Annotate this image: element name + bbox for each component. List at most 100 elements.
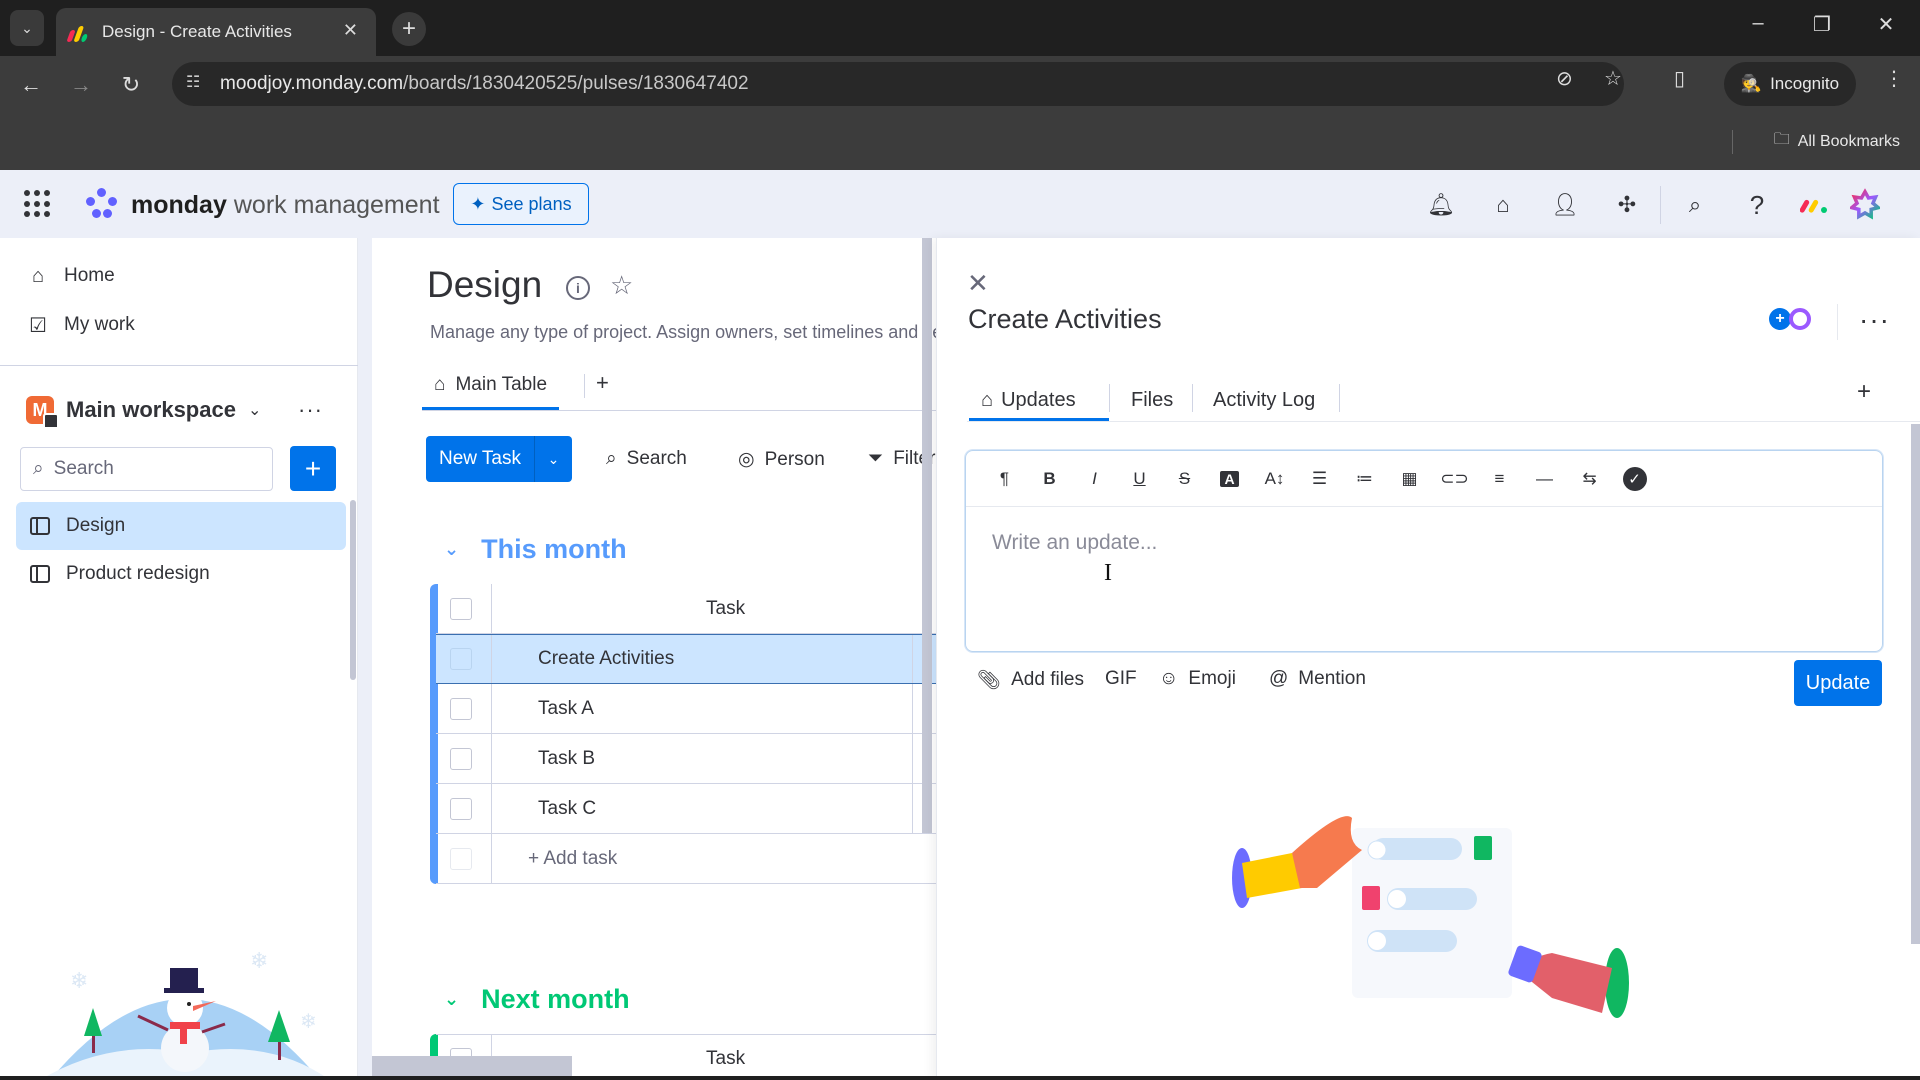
bold-icon[interactable]: B bbox=[1027, 464, 1072, 494]
numbered-list-icon[interactable]: ☰ bbox=[1297, 464, 1342, 494]
group-header-this-month[interactable]: ⌄ This month bbox=[444, 534, 627, 565]
text-color-icon[interactable]: A bbox=[1207, 464, 1252, 494]
gif-button[interactable]: GIF bbox=[1105, 668, 1137, 690]
monday-logo[interactable]: monday work management bbox=[76, 188, 440, 222]
board-title[interactable]: Design bbox=[427, 264, 542, 306]
favorite-star-icon[interactable]: ☆ bbox=[610, 270, 633, 301]
account-avatar[interactable] bbox=[1850, 188, 1880, 220]
link-icon[interactable]: ⊂⊃ bbox=[1432, 464, 1477, 494]
add-item-button[interactable]: + bbox=[290, 446, 336, 491]
see-plans-button[interactable]: ✦ See plans bbox=[453, 183, 589, 225]
apps-marketplace-icon[interactable]: ✣ bbox=[1612, 190, 1642, 220]
bullet-list-icon[interactable]: ≔ bbox=[1342, 464, 1387, 494]
add-task-input[interactable]: + Add task bbox=[528, 848, 617, 870]
bell-icon[interactable]: 🔔︎ bbox=[1426, 190, 1456, 220]
workspace-selector[interactable]: M Main workspace ⌄ ··· bbox=[26, 390, 346, 430]
sidebar-item-home[interactable]: ⌂ Home bbox=[26, 264, 115, 288]
tab-search-button[interactable]: ⌄ bbox=[10, 10, 44, 46]
invite-member-icon[interactable]: 👤︎ bbox=[1550, 190, 1580, 220]
add-view-button[interactable]: + bbox=[596, 370, 609, 396]
row-checkbox[interactable] bbox=[450, 697, 472, 720]
task-name[interactable]: Create Activities bbox=[538, 648, 674, 670]
incognito-badge[interactable]: 🕵 Incognito bbox=[1724, 62, 1856, 106]
forward-icon[interactable]: → bbox=[64, 68, 98, 102]
align-icon[interactable]: ≡ bbox=[1477, 464, 1522, 494]
table-icon[interactable]: ▦ bbox=[1387, 464, 1432, 494]
new-tab-button[interactable]: + bbox=[392, 12, 426, 46]
tab-main-table[interactable]: ⌂ Main Table bbox=[422, 362, 560, 410]
row-checkbox[interactable] bbox=[450, 648, 472, 670]
row-checkbox[interactable] bbox=[450, 747, 472, 770]
paragraph-icon[interactable]: ¶ bbox=[982, 464, 1027, 494]
person-filter-button[interactable]: ◎ Person bbox=[738, 448, 825, 471]
more-options-icon[interactable]: ··· bbox=[1859, 304, 1890, 336]
more-options-icon[interactable]: ··· bbox=[298, 397, 323, 423]
text-direction-icon[interactable]: ⇆ bbox=[1567, 464, 1612, 494]
panel-scrollbar[interactable] bbox=[1911, 424, 1920, 944]
update-button[interactable]: Update bbox=[1794, 660, 1882, 706]
sidebar-scrollbar[interactable] bbox=[350, 500, 356, 680]
inbox-icon[interactable]: ⌂ bbox=[1488, 190, 1518, 220]
side-panel-icon[interactable]: ▯ bbox=[1674, 66, 1685, 91]
info-icon[interactable]: i bbox=[566, 276, 590, 300]
sidebar-search-input[interactable]: ⌕ Search bbox=[20, 447, 273, 491]
tab-activity-log[interactable]: Activity Log bbox=[1213, 378, 1315, 422]
search-icon[interactable]: ⌕ bbox=[1680, 190, 1710, 220]
mention-button[interactable]: @ Mention bbox=[1269, 668, 1366, 690]
monday-product-icon[interactable] bbox=[1800, 190, 1830, 220]
tab-files[interactable]: Files bbox=[1131, 378, 1173, 422]
back-icon[interactable]: ← bbox=[14, 68, 48, 102]
column-header-task[interactable]: Task bbox=[706, 598, 745, 620]
chevron-down-icon[interactable]: ⌄ bbox=[444, 539, 459, 560]
select-all-checkbox[interactable] bbox=[450, 597, 472, 620]
table-row[interactable]: Task C bbox=[436, 784, 936, 834]
chevron-down-icon[interactable]: ⌄ bbox=[534, 436, 572, 482]
italic-icon[interactable]: I bbox=[1072, 464, 1117, 494]
tab-updates[interactable]: ⌂ Updates bbox=[981, 378, 1076, 422]
board-search-button[interactable]: ⌕ Search bbox=[606, 448, 687, 470]
add-task-row[interactable]: + Add task bbox=[436, 834, 936, 884]
sidebar-board-product-redesign[interactable]: Product redesign bbox=[16, 550, 346, 598]
checklist-icon[interactable]: ✓ bbox=[1612, 464, 1657, 494]
font-size-icon[interactable]: A↕ bbox=[1252, 464, 1297, 494]
column-header-task[interactable]: Task bbox=[706, 1048, 745, 1070]
sidebar-item-my-work[interactable]: ☑ My work bbox=[26, 313, 135, 337]
row-checkbox[interactable] bbox=[450, 797, 472, 820]
all-bookmarks-button[interactable]: 🗀 All Bookmarks bbox=[1774, 128, 1900, 155]
table-row[interactable]: Task A bbox=[436, 684, 936, 734]
add-tab-button[interactable]: + bbox=[1857, 378, 1871, 406]
task-name[interactable]: Task C bbox=[538, 798, 596, 820]
item-title[interactable]: Create Activities bbox=[968, 304, 1162, 335]
strikethrough-icon[interactable]: S bbox=[1162, 464, 1207, 494]
divider-icon[interactable]: — bbox=[1522, 464, 1567, 494]
address-bar[interactable]: ☷ moodjoy.monday.com/boards/1830420525/p… bbox=[172, 62, 1624, 106]
add-files-button[interactable]: 📎︎ Add files bbox=[977, 668, 1084, 692]
close-tab-icon[interactable]: ✕ bbox=[343, 20, 358, 41]
app-switcher-icon[interactable] bbox=[24, 190, 52, 218]
update-input[interactable] bbox=[992, 531, 1852, 621]
table-row[interactable]: Create Activities bbox=[436, 634, 936, 684]
bookmark-star-icon[interactable]: ☆ bbox=[1604, 66, 1622, 91]
reload-icon[interactable]: ↻ bbox=[114, 68, 148, 102]
chevron-down-icon[interactable]: ⌄ bbox=[444, 989, 459, 1010]
chevron-down-icon[interactable]: ⌄ bbox=[248, 400, 261, 420]
close-window-icon[interactable]: ✕ bbox=[1866, 12, 1906, 37]
group-header-next-month[interactable]: ⌄ Next month bbox=[444, 984, 630, 1015]
restore-icon[interactable]: ❐ bbox=[1802, 12, 1842, 37]
underline-icon[interactable]: U bbox=[1117, 464, 1162, 494]
site-info-icon[interactable]: ☷ bbox=[186, 72, 210, 96]
new-task-button[interactable]: New Task ⌄ bbox=[426, 436, 572, 482]
close-icon[interactable]: ✕ bbox=[967, 268, 989, 299]
emoji-button[interactable]: ☺ Emoji bbox=[1159, 668, 1236, 690]
item-subscribers[interactable]: + bbox=[1769, 308, 1811, 330]
task-name[interactable]: Task A bbox=[538, 698, 594, 720]
table-row[interactable]: Task B bbox=[436, 734, 936, 784]
board-vertical-scrollbar[interactable] bbox=[922, 238, 932, 833]
minimize-icon[interactable]: – bbox=[1738, 12, 1778, 35]
sidebar-board-design[interactable]: Design bbox=[16, 502, 346, 550]
browser-menu-icon[interactable]: ⋮ bbox=[1884, 66, 1904, 91]
help-icon[interactable]: ? bbox=[1742, 190, 1772, 220]
eye-off-icon[interactable]: ⊘ bbox=[1556, 66, 1573, 91]
browser-tab-active[interactable]: Design - Create Activities ✕ bbox=[56, 8, 376, 56]
task-name[interactable]: Task B bbox=[538, 748, 595, 770]
